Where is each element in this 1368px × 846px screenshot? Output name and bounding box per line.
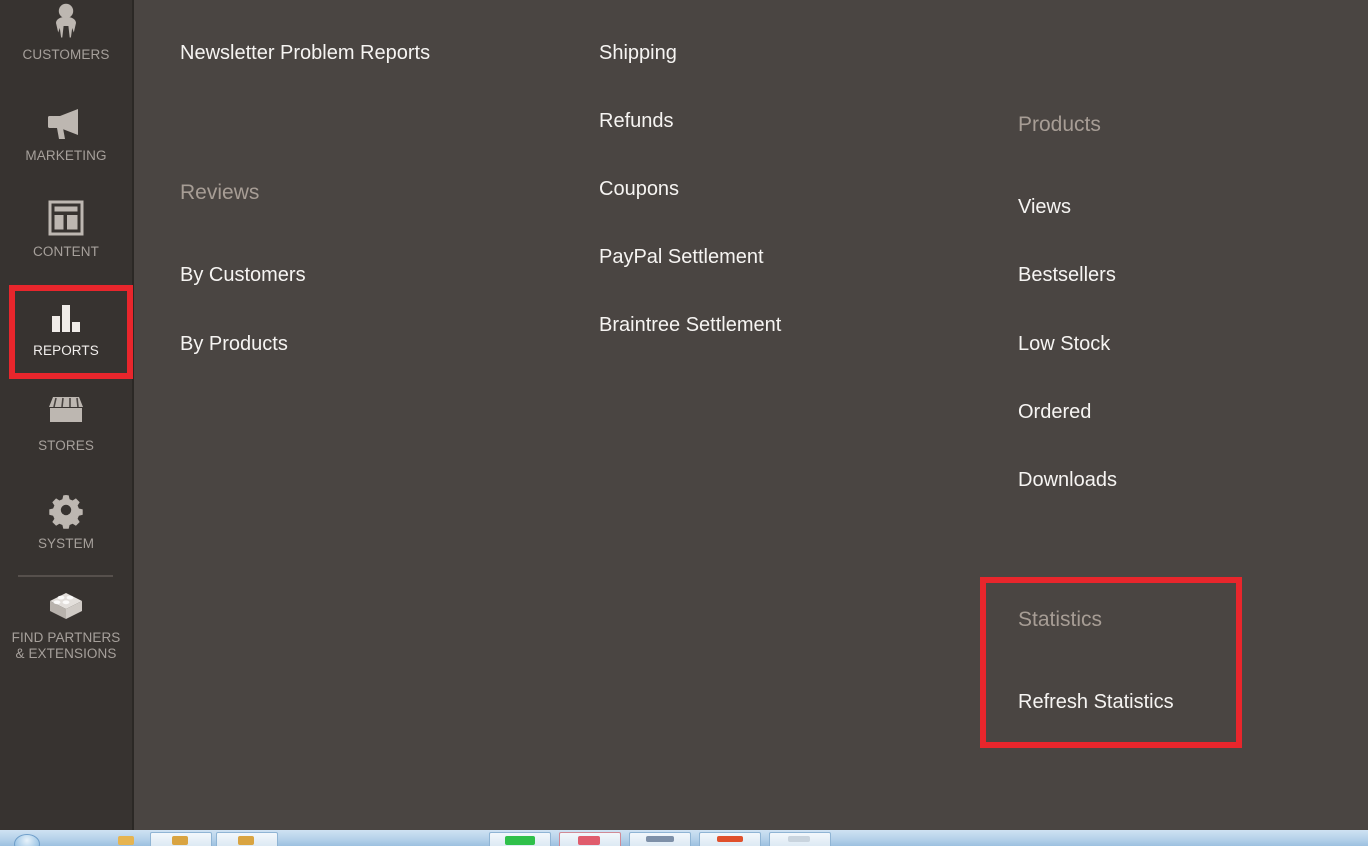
taskbar-window-icon — [172, 836, 188, 845]
taskbar-window-icon — [578, 836, 600, 845]
menu-item-refunds[interactable]: Refunds — [599, 109, 674, 134]
menu-item-bestsellers[interactable]: Bestsellers — [1018, 263, 1116, 288]
taskbar-window-icon — [788, 836, 810, 842]
admin-sidebar: CUSTOMERS MARKETING CONTENT REPORTS STOR… — [0, 0, 134, 830]
brick-icon — [0, 585, 132, 623]
megaphone-icon — [0, 103, 132, 141]
gear-icon — [0, 491, 132, 529]
menu-item-newsletter-problem-reports[interactable]: Newsletter Problem Reports — [180, 41, 430, 66]
menu-item-low-stock[interactable]: Low Stock — [1018, 332, 1110, 357]
start-button-icon[interactable] — [14, 834, 40, 846]
taskbar-window-icon — [238, 836, 254, 845]
menu-item-paypal-settlement[interactable]: PayPal Settlement — [599, 245, 764, 270]
windows-taskbar[interactable] — [0, 830, 1368, 846]
taskbar-window-icon — [717, 836, 743, 842]
menu-heading-reviews: Reviews — [180, 181, 260, 204]
layout-icon — [0, 199, 132, 237]
taskbar-pinned-icon[interactable] — [118, 836, 134, 845]
menu-item-shipping[interactable]: Shipping — [599, 41, 677, 66]
person-icon — [0, 2, 132, 40]
taskbar-window-icon — [646, 836, 674, 842]
storefront-icon — [0, 393, 132, 431]
menu-heading-statistics: Statistics — [1018, 608, 1103, 631]
menu-item-braintree-settlement[interactable]: Braintree Settlement — [599, 313, 781, 338]
sidebar-item-stores[interactable]: STORES — [0, 393, 132, 454]
menu-item-views[interactable]: Views — [1018, 195, 1071, 220]
reports-dropdown-panel: Newsletter Problem Reports Reviews By Cu… — [136, 0, 1368, 830]
sidebar-item-find-partners-extensions[interactable]: FIND PARTNERS & EXTENSIONS — [0, 585, 132, 662]
menu-heading-products: Products — [1018, 113, 1101, 136]
bar-chart-icon — [0, 298, 132, 336]
sidebar-item-label: SYSTEM — [37, 536, 95, 551]
menu-item-coupons[interactable]: Coupons — [599, 177, 679, 202]
sidebar-item-label: STORES — [38, 438, 94, 453]
sidebar-item-customers[interactable]: CUSTOMERS — [0, 2, 132, 63]
menu-item-ordered[interactable]: Ordered — [1018, 400, 1091, 425]
sidebar-item-reports[interactable]: REPORTS — [0, 298, 132, 359]
sidebar-divider — [18, 575, 113, 577]
sidebar-item-label: CONTENT — [33, 244, 99, 259]
menu-item-by-products[interactable]: By Products — [180, 332, 288, 357]
sidebar-item-marketing[interactable]: MARKETING — [0, 103, 132, 164]
menu-item-refresh-statistics[interactable]: Refresh Statistics — [1018, 690, 1174, 715]
sidebar-item-system[interactable]: SYSTEM — [0, 491, 132, 552]
screen: CUSTOMERS MARKETING CONTENT REPORTS STOR… — [0, 0, 1368, 846]
menu-item-downloads[interactable]: Downloads — [1018, 468, 1117, 493]
sidebar-item-content[interactable]: CONTENT — [0, 199, 132, 260]
sidebar-item-label: REPORTS — [33, 343, 99, 358]
sidebar-item-label: FIND PARTNERS & EXTENSIONS — [11, 630, 121, 661]
taskbar-window-icon — [505, 836, 535, 845]
menu-item-by-customers[interactable]: By Customers — [180, 263, 306, 288]
sidebar-item-label: MARKETING — [25, 148, 107, 163]
sidebar-item-label: CUSTOMERS — [22, 47, 110, 62]
